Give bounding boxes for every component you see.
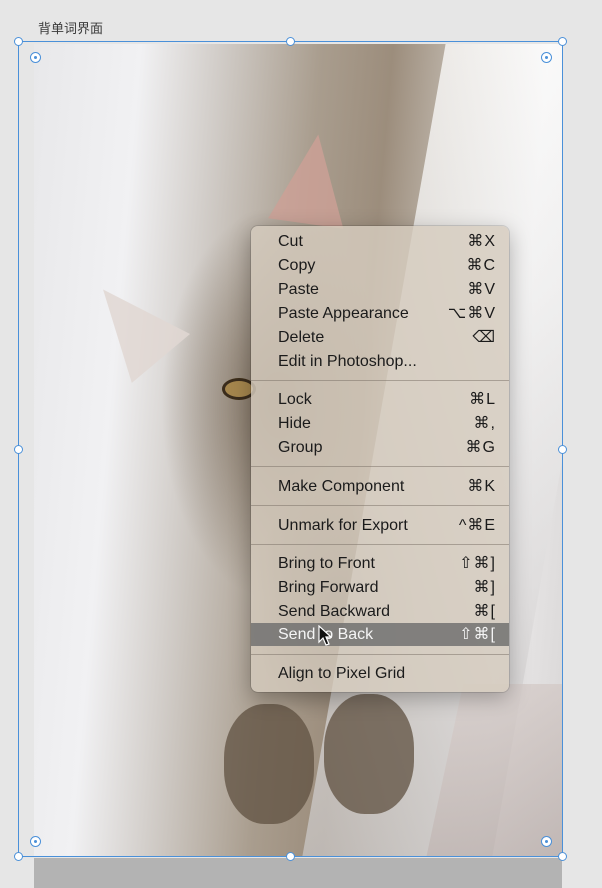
menu-item-shortcut: ^⌘E xyxy=(458,517,496,534)
menu-item-hide[interactable]: Hide ⌘, xyxy=(251,412,509,435)
resize-handle-top-left[interactable] xyxy=(14,37,23,46)
menu-item-label: Paste Appearance xyxy=(278,305,409,322)
resize-handle-middle-left[interactable] xyxy=(14,445,23,454)
menu-item-shortcut: ⌘[ xyxy=(473,603,496,620)
menu-item-shortcut: ⌘X xyxy=(467,233,496,250)
menu-item-shortcut: ⌘C xyxy=(466,257,496,274)
menu-item-delete[interactable]: Delete ⌫ xyxy=(251,326,509,349)
corner-radius-handle-top-right[interactable] xyxy=(541,52,552,63)
menu-item-copy[interactable]: Copy ⌘C xyxy=(251,254,509,277)
menu-item-bring-to-front[interactable]: Bring to Front ⇧⌘] xyxy=(251,552,509,575)
menu-item-shortcut: ⌘] xyxy=(473,579,496,596)
menu-item-label: Paste xyxy=(278,281,319,298)
corner-radius-handle-bottom-right[interactable] xyxy=(541,836,552,847)
menu-item-shortcut: ⇧⌘[ xyxy=(459,626,496,643)
menu-item-label: Send Backward xyxy=(278,603,391,620)
menu-item-label: Align to Pixel Grid xyxy=(278,665,406,682)
menu-item-label: Lock xyxy=(278,391,312,408)
menu-item-label: Delete xyxy=(278,329,325,346)
menu-item-label: Group xyxy=(278,439,323,456)
resize-handle-top-right[interactable] xyxy=(558,37,567,46)
menu-item-label: Make Component xyxy=(278,478,405,495)
menu-item-shortcut: ⇧⌘] xyxy=(459,555,496,572)
menu-item-make-component[interactable]: Make Component ⌘K xyxy=(251,475,509,498)
delete-key-icon: ⌫ xyxy=(472,329,496,346)
menu-item-send-backward[interactable]: Send Backward ⌘[ xyxy=(251,600,509,623)
resize-handle-bottom-left[interactable] xyxy=(14,852,23,861)
corner-radius-handle-bottom-left[interactable] xyxy=(30,836,41,847)
menu-item-cut[interactable]: Cut ⌘X xyxy=(251,230,509,253)
resize-handle-bottom-right[interactable] xyxy=(558,852,567,861)
mouse-pointer-icon xyxy=(318,625,332,646)
resize-handle-top-center[interactable] xyxy=(286,37,295,46)
menu-item-label: Copy xyxy=(278,257,316,274)
menu-item-shortcut: ⌘, xyxy=(473,415,496,432)
resize-handle-bottom-center[interactable] xyxy=(286,852,295,861)
menu-item-shortcut: ⌘V xyxy=(467,281,496,298)
menu-item-unmark-for-export[interactable]: Unmark for Export ^⌘E xyxy=(251,514,509,537)
menu-item-shortcut: ⌥⌘V xyxy=(447,305,496,322)
next-artboard-strip xyxy=(34,858,562,888)
kitten-paw xyxy=(224,704,314,824)
menu-item-paste[interactable]: Paste ⌘V xyxy=(251,278,509,301)
menu-separator xyxy=(251,654,509,655)
menu-separator xyxy=(251,544,509,545)
menu-item-label: Bring to Front xyxy=(278,555,375,572)
menu-item-label: Edit in Photoshop... xyxy=(278,353,417,370)
menu-item-shortcut: ⌘G xyxy=(465,439,496,456)
kitten-paw xyxy=(324,694,414,814)
artboard-label[interactable]: 背单词界面 xyxy=(38,18,103,37)
menu-item-shortcut: ⌘L xyxy=(469,391,496,408)
corner-radius-handle-top-left[interactable] xyxy=(30,52,41,63)
menu-separator xyxy=(251,466,509,467)
menu-item-lock[interactable]: Lock ⌘L xyxy=(251,388,509,411)
kitten-ear xyxy=(73,265,191,383)
resize-handle-middle-right[interactable] xyxy=(558,445,567,454)
menu-item-shortcut: ⌘K xyxy=(467,478,496,495)
context-menu: Cut ⌘X Copy ⌘C Paste ⌘V Paste Appearance… xyxy=(251,226,509,692)
menu-item-label: Cut xyxy=(278,233,303,250)
menu-item-edit-in-photoshop[interactable]: Edit in Photoshop... xyxy=(251,350,509,373)
menu-item-send-to-back[interactable]: Send to Back ⇧⌘[ xyxy=(251,623,509,646)
menu-item-label: Unmark for Export xyxy=(278,517,408,534)
menu-separator xyxy=(251,505,509,506)
menu-item-bring-forward[interactable]: Bring Forward ⌘] xyxy=(251,576,509,599)
menu-item-label: Hide xyxy=(278,415,311,432)
menu-separator xyxy=(251,380,509,381)
kitten-ear xyxy=(268,129,356,229)
menu-item-align-to-pixel-grid[interactable]: Align to Pixel Grid xyxy=(251,662,509,685)
menu-item-paste-appearance[interactable]: Paste Appearance ⌥⌘V xyxy=(251,302,509,325)
menu-item-label: Bring Forward xyxy=(278,579,379,596)
menu-item-group[interactable]: Group ⌘G xyxy=(251,436,509,459)
